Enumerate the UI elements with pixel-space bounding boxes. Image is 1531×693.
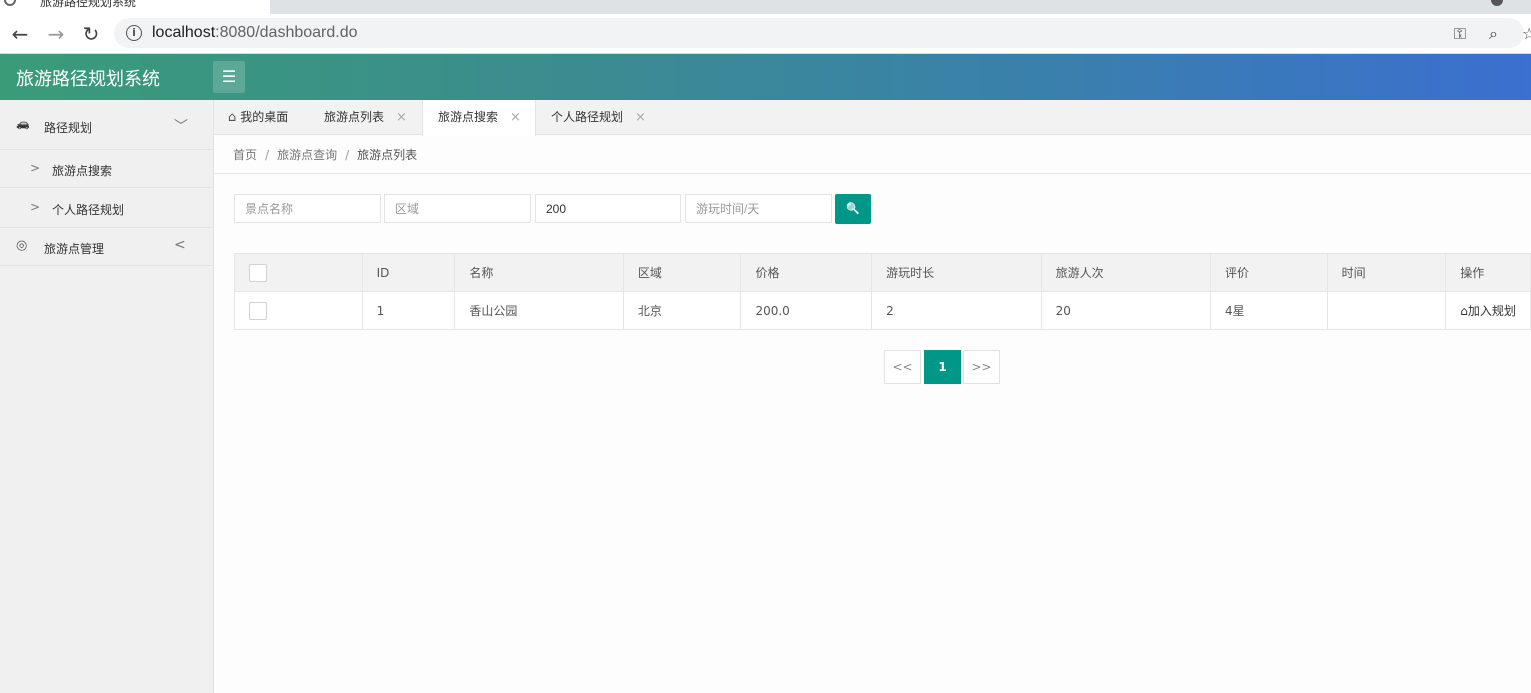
zoom-icon[interactable]: ⌕ <box>1489 24 1498 44</box>
row-checkbox[interactable] <box>249 301 267 320</box>
cell-action: ⌂加入规划 <box>1445 291 1531 330</box>
close-icon[interactable]: × <box>396 110 407 125</box>
url-path: :8080/dashboard.do <box>215 24 358 41</box>
select-all-cell <box>234 253 363 292</box>
next-page-button[interactable]: >> <box>963 350 1000 384</box>
sidebar-item-spot-search[interactable]: > 旅游点搜索 <box>0 150 213 188</box>
chevron-down-icon: ﹀ <box>174 119 188 135</box>
reload-button[interactable]: ↻ <box>79 22 103 46</box>
tab-label: 个人路径规划 <box>551 110 624 124</box>
table-header-row: ID 名称 区域 价格 游玩时长 旅游人次 评价 时间 操作 <box>234 253 1531 292</box>
table-row: 1 香山公园 北京 200.0 2 20 4星 ⌂加入规划 <box>234 291 1531 330</box>
cell-price: 200.0 <box>740 291 873 330</box>
prev-page-button[interactable]: << <box>884 350 921 384</box>
close-icon[interactable]: × <box>510 110 521 125</box>
sidebar-item-label: 个人路径规划 <box>52 203 125 217</box>
cell-visits: 20 <box>1040 291 1211 330</box>
tab-label: 我的桌面 <box>240 110 289 124</box>
column-header: 旅游人次 <box>1040 253 1211 292</box>
sidebar-group-spot-management[interactable]: ◎ 旅游点管理 < <box>0 228 213 266</box>
cell-id: 1 <box>361 291 456 330</box>
forward-button[interactable]: → <box>44 22 68 46</box>
content-tab-bar: ⌂ 我的桌面 旅游点列表 × 旅游点搜索 × 个人路径规划 × <box>214 100 1531 136</box>
tab-spot-search[interactable]: 旅游点搜索 × <box>422 100 536 136</box>
spot-table: ID 名称 区域 价格 游玩时长 旅游人次 评价 时间 操作 1 香山公园 北京… <box>234 253 1531 330</box>
sidebar-group-route-planning[interactable]: 🚗 路径规划 ﹀ <box>0 100 213 150</box>
breadcrumb-home[interactable]: 首页 <box>233 148 257 162</box>
browser-tab-title: 旅游路径规划系统 <box>40 0 137 9</box>
sidebar-item-label: 旅游点搜索 <box>52 164 113 178</box>
add-plan-icon: ⌂ <box>1460 304 1468 318</box>
home-icon: ⌂ <box>228 110 237 125</box>
cell-time <box>1326 291 1447 330</box>
app-title: 旅游路径规划系统 <box>16 69 160 90</box>
hamburger-icon: ☰ <box>221 67 237 86</box>
column-header: 游玩时长 <box>871 253 1042 292</box>
column-header: ID <box>361 253 456 292</box>
add-to-plan-link[interactable]: ⌂加入规划 <box>1460 304 1516 318</box>
chevron-left-icon: < <box>174 237 186 253</box>
search-button[interactable]: 🔍 <box>835 194 871 224</box>
back-button[interactable]: ← <box>8 22 32 46</box>
car-icon: 🚗 <box>16 117 30 130</box>
key-icon[interactable]: ⚿ <box>1454 24 1466 44</box>
browser-tab[interactable]: 旅游路径规划系统 <box>0 0 270 14</box>
search-icon: 🔍 <box>846 202 860 215</box>
tab-my-desktop[interactable]: ⌂ 我的桌面 <box>228 100 288 135</box>
breadcrumb-separator: / <box>345 148 350 162</box>
breadcrumb: 首页 / 旅游点查询 / 旅游点列表 <box>233 146 417 163</box>
menu-toggle-button[interactable]: ☰ <box>213 61 245 93</box>
close-icon[interactable]: × <box>635 110 646 125</box>
chevron-right-icon: > <box>30 161 41 175</box>
cell-name: 香山公园 <box>454 291 624 330</box>
tab-label: 旅游点搜索 <box>438 110 499 124</box>
sidebar-item-personal-route[interactable]: > 个人路径规划 <box>0 188 213 228</box>
divider <box>214 173 1531 174</box>
bookmark-star-icon[interactable]: ☆ <box>1522 24 1531 43</box>
address-bar[interactable]: i localhost:8080/dashboard.do ⚿ ⌕ <box>114 18 1524 48</box>
price-input[interactable] <box>535 194 681 223</box>
app-header: 旅游路径规划系统 ☰ <box>0 54 1531 100</box>
browser-tab-strip: 旅游路径规划系统 <box>0 0 1531 14</box>
duration-input[interactable] <box>685 194 832 223</box>
cell-duration: 2 <box>871 291 1042 330</box>
spot-name-input[interactable] <box>234 194 381 223</box>
sidebar-group-label: 旅游点管理 <box>44 242 105 256</box>
sidebar-group-label: 路径规划 <box>44 121 93 135</box>
breadcrumb-spot-query[interactable]: 旅游点查询 <box>277 148 337 162</box>
profile-icon[interactable] <box>1491 0 1503 6</box>
column-header: 操作 <box>1445 253 1531 292</box>
column-header: 评价 <box>1209 253 1328 292</box>
column-header: 时间 <box>1326 253 1447 292</box>
tab-personal-route[interactable]: 个人路径规划 × <box>551 100 646 135</box>
cell-region: 北京 <box>622 291 742 330</box>
tab-spot-list[interactable]: 旅游点列表 × <box>324 100 407 135</box>
add-to-plan-label: 加入规划 <box>1467 304 1516 318</box>
site-info-icon[interactable]: i <box>126 25 142 41</box>
url-host: localhost <box>152 24 216 41</box>
column-header: 区域 <box>622 253 742 292</box>
chevron-right-icon: > <box>30 200 41 214</box>
select-all-checkbox[interactable] <box>249 263 267 282</box>
compass-icon: ◎ <box>16 238 28 253</box>
column-header: 名称 <box>454 253 624 292</box>
breadcrumb-separator: / <box>265 148 270 162</box>
loading-icon <box>4 0 16 6</box>
url-text: localhost:8080/dashboard.do <box>152 24 358 42</box>
column-header: 价格 <box>740 253 873 292</box>
cell-rating: 4星 <box>1209 291 1328 330</box>
tab-label: 旅游点列表 <box>324 110 385 124</box>
sidebar: 🚗 路径规划 ﹀ > 旅游点搜索 > 个人路径规划 ◎ 旅游点管理 < <box>0 100 214 693</box>
browser-toolbar: ← → ↻ i localhost:8080/dashboard.do ⚿ ⌕ … <box>0 14 1531 54</box>
row-select-cell <box>234 291 363 330</box>
breadcrumb-current: 旅游点列表 <box>357 148 418 162</box>
region-input[interactable] <box>384 194 531 223</box>
current-page-button[interactable]: 1 <box>924 350 961 384</box>
